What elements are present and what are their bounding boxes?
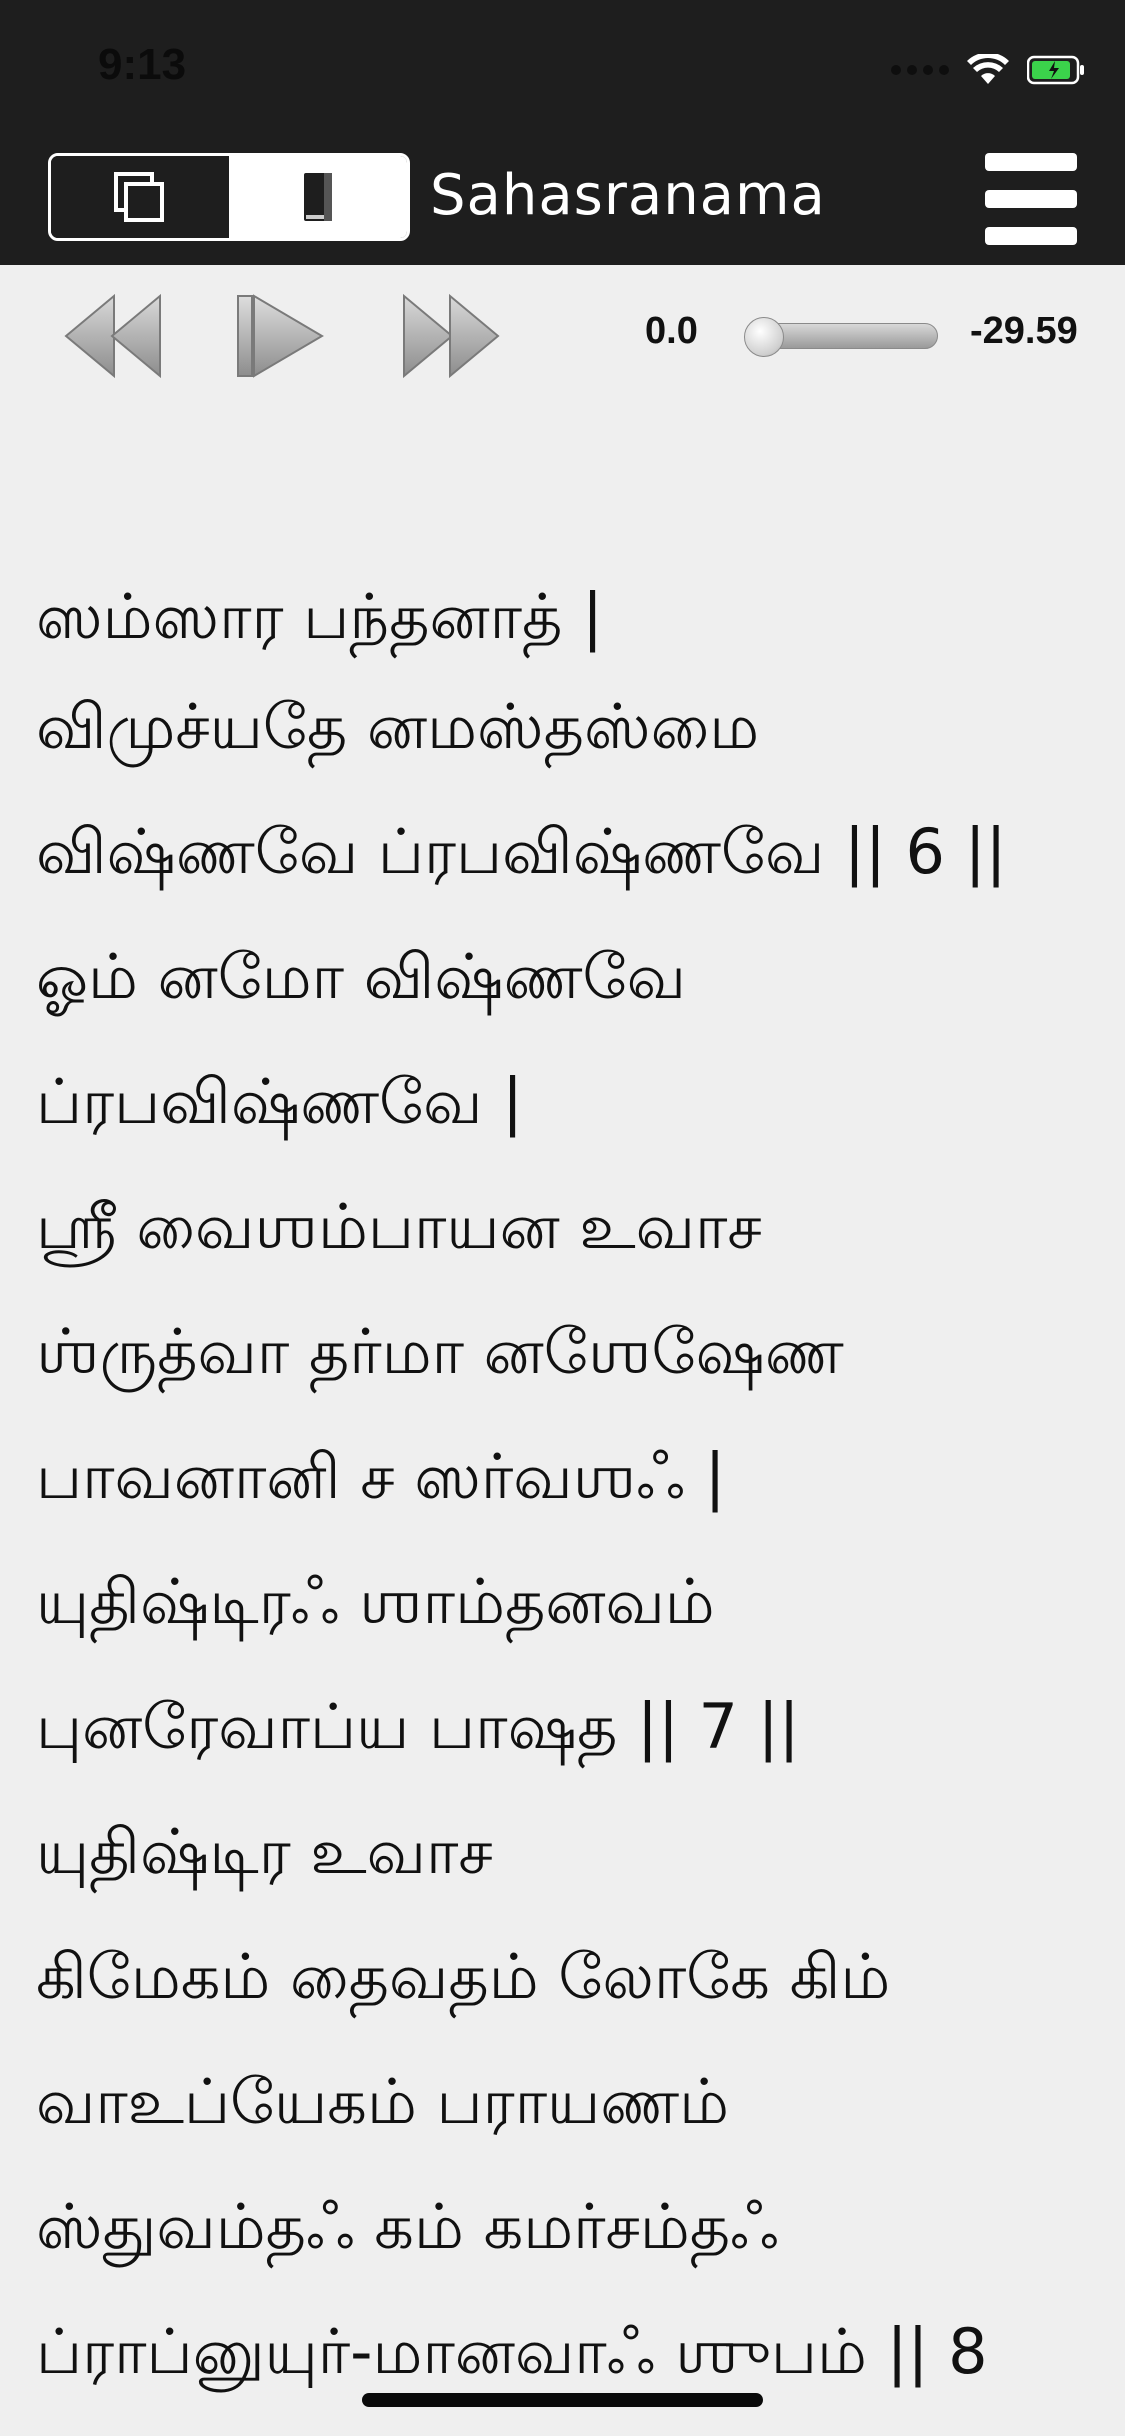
verse-line: விமுச்யதே னமஸ்தஸ்மை — [36, 690, 760, 763]
status-indicators — [891, 50, 1085, 90]
verse-line: வாஉப்யேகம் பராயணம் — [36, 2065, 730, 2138]
verse-line: யுதிஷ்டிர உவாச — [36, 1815, 493, 1888]
verse-line: ஶ்ரீ வைஶம்பாயன உவாச — [36, 1190, 762, 1263]
verse-line: புனரேவாப்ய பாஷத || 7 || — [36, 1690, 800, 1763]
cellular-signal-icon — [891, 65, 949, 75]
verse-line: ஓம் னமோ விஷ்ணவே — [36, 940, 686, 1013]
progress-slider-thumb[interactable] — [744, 317, 784, 357]
view-mode-segmented-control[interactable] — [48, 153, 410, 241]
audio-player: 0.0 -29.59 — [0, 265, 1125, 405]
page-title: Sahasranama — [430, 163, 826, 228]
verse-line: ஸம்ஸார பந்தனாத் | — [36, 580, 604, 653]
elapsed-time: 0.0 — [645, 310, 698, 352]
copy-icon — [114, 172, 164, 222]
fast-forward-button[interactable] — [398, 290, 502, 382]
verse-line: பாவனானி ச ஸர்வஶஃ | — [36, 1440, 726, 1513]
navigation-bar: Sahasranama — [0, 135, 1125, 265]
segment-copy[interactable] — [51, 156, 229, 238]
verse-text-area[interactable]: ஸம்ஸார பந்தனாத் | விமுச்யதே னமஸ்தஸ்மை வி… — [0, 560, 1125, 2436]
book-icon — [304, 173, 332, 221]
status-time: 9:13 — [98, 40, 187, 89]
remaining-time: -29.59 — [970, 310, 1078, 352]
hamburger-menu-icon[interactable] — [985, 153, 1077, 245]
play-button[interactable] — [236, 290, 326, 382]
verse-line: ப்ராப்னுயுர்-மானவாஃ ஶுபம் || 8 — [36, 2315, 988, 2388]
segment-book[interactable] — [229, 156, 407, 238]
rewind-button[interactable] — [62, 290, 166, 382]
verse-line: யுதிஷ்டிரஃ ஶாம்தனவம் — [36, 1565, 715, 1638]
verse-line: ஸ்துவம்தஃ கம் கமர்சம்தஃ — [36, 2190, 779, 2263]
verse-line: கிமேகம் தைவதம் லோகே கிம் — [36, 1940, 891, 2013]
verse-line: ப்ரபவிஷ்ணவே | — [36, 1065, 524, 1138]
status-bar: 9:13 — [0, 0, 1125, 135]
battery-icon — [1027, 55, 1084, 85]
verse-line: விஷ்ணவே ப்ரபவிஷ்ணவே || 6 || — [36, 815, 1007, 888]
wifi-icon — [967, 54, 1009, 84]
verse-line: ஶ்ருத்வா தர்மா னஶேஷேண — [36, 1315, 844, 1388]
home-indicator[interactable] — [362, 2393, 763, 2407]
